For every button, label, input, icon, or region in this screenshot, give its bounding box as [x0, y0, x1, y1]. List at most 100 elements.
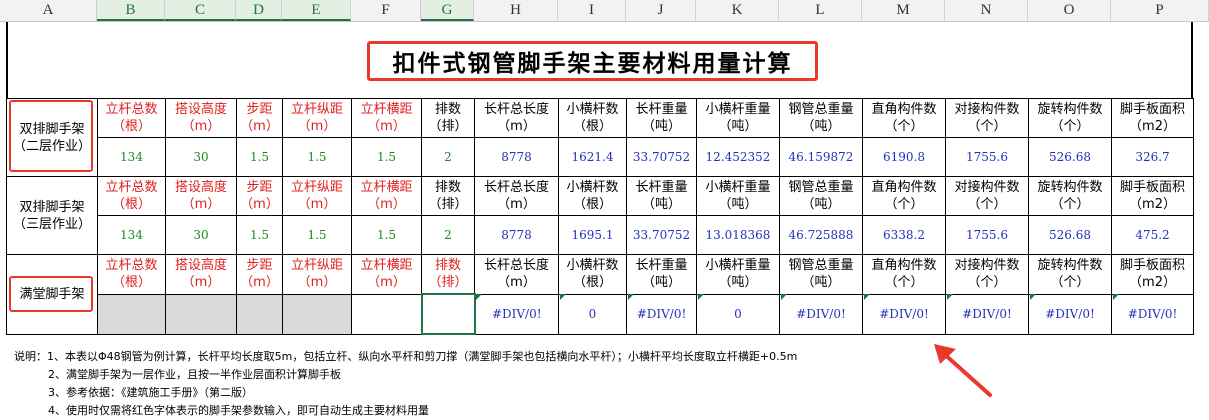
cell-value[interactable]: #DIV/0!	[474, 293, 559, 335]
header-step[interactable]: 步距（m）	[236, 176, 283, 216]
input-cell-rows-selected[interactable]	[420, 293, 476, 335]
input-cell-pole-count[interactable]	[97, 293, 166, 335]
column-header-e[interactable]: E	[282, 0, 351, 21]
column-header-i[interactable]: I	[558, 0, 626, 21]
header-long-spacing[interactable]: 立杆纵距（m）	[282, 98, 352, 138]
cell-value[interactable]: 0	[696, 293, 780, 335]
column-header-m[interactable]: M	[862, 0, 945, 21]
header-step[interactable]: 步距（m）	[236, 254, 283, 295]
section-label-full-hall[interactable]: 满堂脚手架	[6, 254, 98, 335]
header-small-bar-weight[interactable]: 小横杆重量（吨）	[696, 254, 780, 295]
cell-value[interactable]: 1.5	[236, 137, 283, 177]
cell-value[interactable]: 1.5	[236, 215, 283, 255]
header-pole-count[interactable]: 立杆总数（根）	[97, 176, 166, 216]
header-right-angle-count[interactable]: 直角构件数（个）	[862, 254, 946, 295]
header-right-angle-count[interactable]: 直角构件数（个）	[862, 98, 946, 138]
column-header-b[interactable]: B	[97, 0, 165, 21]
column-header-h[interactable]: H	[474, 0, 558, 21]
cell-value[interactable]: #DIV/0!	[626, 293, 697, 335]
cell-value[interactable]: 46.725888	[779, 215, 863, 255]
header-rows[interactable]: 排数（排）	[421, 176, 475, 216]
cell-value[interactable]: #DIV/0!	[1111, 293, 1194, 335]
cell-value[interactable]: 475.2	[1111, 215, 1194, 255]
header-long-spacing[interactable]: 立杆纵距（m）	[282, 254, 352, 295]
cell-value[interactable]: 6338.2	[862, 215, 946, 255]
header-board-area[interactable]: 脚手板面积（m2）	[1111, 176, 1194, 216]
cell-value[interactable]: 8778	[474, 215, 559, 255]
cell-value[interactable]: 326.7	[1111, 137, 1194, 177]
header-swivel-count[interactable]: 旋转构件数（个）	[1028, 254, 1112, 295]
header-small-bar-count[interactable]: 小横杆数（根）	[558, 98, 627, 138]
cell-value[interactable]: 1755.6	[945, 137, 1029, 177]
header-long-length[interactable]: 长杆总长度（m）	[474, 254, 559, 295]
header-pole-count[interactable]: 立杆总数（根）	[97, 98, 166, 138]
cell-value[interactable]: 0	[558, 293, 627, 335]
cell-value[interactable]: #DIV/0!	[945, 293, 1029, 335]
header-small-bar-count[interactable]: 小横杆数（根）	[558, 176, 627, 216]
header-long-spacing[interactable]: 立杆纵距（m）	[282, 176, 352, 216]
header-butt-count[interactable]: 对接构件数（个）	[945, 176, 1029, 216]
header-board-area[interactable]: 脚手板面积（m2）	[1111, 98, 1194, 138]
header-rows[interactable]: 排数（排）	[421, 254, 475, 295]
sheet-title[interactable]: 扣件式钢管脚手架主要材料用量计算	[367, 41, 818, 81]
header-small-bar-count[interactable]: 小横杆数（根）	[558, 254, 627, 295]
header-small-bar-weight[interactable]: 小横杆重量（吨）	[696, 98, 780, 138]
cell-value[interactable]: 2	[421, 215, 475, 255]
cell-value[interactable]: 46.159872	[779, 137, 863, 177]
column-header-f[interactable]: F	[351, 0, 421, 21]
cell-value[interactable]: 1755.6	[945, 215, 1029, 255]
cell-value[interactable]: 13.018368	[696, 215, 780, 255]
cell-value[interactable]: 526.68	[1028, 215, 1112, 255]
header-step[interactable]: 步距（m）	[236, 98, 283, 138]
cell-value[interactable]: 1.5	[282, 215, 352, 255]
column-header-g[interactable]: G	[421, 0, 474, 21]
cell-value[interactable]: 1621.4	[558, 137, 627, 177]
cell-value[interactable]: 33.70752	[626, 137, 697, 177]
cell-value[interactable]: 6190.8	[862, 137, 946, 177]
header-swivel-count[interactable]: 旋转构件数（个）	[1028, 98, 1112, 138]
cell-value[interactable]: 134	[97, 137, 166, 177]
header-long-weight[interactable]: 长杆重量（吨）	[626, 254, 697, 295]
cell-value[interactable]: 1695.1	[558, 215, 627, 255]
header-cross-spacing[interactable]: 立杆横距（m）	[351, 176, 422, 216]
column-header-d[interactable]: D	[236, 0, 282, 21]
cell-value[interactable]: 30	[165, 137, 237, 177]
column-header-j[interactable]: J	[626, 0, 696, 21]
header-height[interactable]: 搭设高度（m）	[165, 254, 237, 295]
header-swivel-count[interactable]: 旋转构件数（个）	[1028, 176, 1112, 216]
input-cell-cross-spacing[interactable]	[351, 293, 422, 335]
input-cell-height[interactable]	[165, 293, 237, 335]
column-header-a[interactable]: A	[0, 0, 97, 21]
cell-value[interactable]: 2	[421, 137, 475, 177]
cell-value[interactable]: #DIV/0!	[1028, 293, 1112, 335]
cell-value[interactable]: #DIV/0!	[779, 293, 863, 335]
column-header-k[interactable]: K	[696, 0, 779, 21]
input-cell-long-spacing[interactable]	[282, 293, 352, 335]
cell-value[interactable]: 33.70752	[626, 215, 697, 255]
header-long-weight[interactable]: 长杆重量（吨）	[626, 98, 697, 138]
header-long-length[interactable]: 长杆总长度（m）	[474, 98, 559, 138]
input-cell-step[interactable]	[236, 293, 283, 335]
header-cross-spacing[interactable]: 立杆横距（m）	[351, 254, 422, 295]
column-header-o[interactable]: O	[1028, 0, 1111, 21]
header-total-weight[interactable]: 钢管总重量（吨）	[779, 254, 863, 295]
column-header-n[interactable]: N	[945, 0, 1028, 21]
header-board-area[interactable]: 脚手板面积（m2）	[1111, 254, 1194, 295]
cell-value[interactable]: 30	[165, 215, 237, 255]
header-total-weight[interactable]: 钢管总重量（吨）	[779, 176, 863, 216]
column-header-c[interactable]: C	[165, 0, 236, 21]
header-right-angle-count[interactable]: 直角构件数（个）	[862, 176, 946, 216]
cell-value[interactable]: #DIV/0!	[862, 293, 946, 335]
cell-value[interactable]: 1.5	[351, 215, 422, 255]
column-header-p[interactable]: P	[1111, 0, 1209, 21]
section-label-double-two-layer[interactable]: 双排脚手架（二层作业）	[6, 98, 98, 177]
cell-value[interactable]: 134	[97, 215, 166, 255]
header-pole-count[interactable]: 立杆总数（根）	[97, 254, 166, 295]
header-height[interactable]: 搭设高度（m）	[165, 98, 237, 138]
header-long-length[interactable]: 长杆总长度（m）	[474, 176, 559, 216]
header-small-bar-weight[interactable]: 小横杆重量（吨）	[696, 176, 780, 216]
header-total-weight[interactable]: 钢管总重量（吨）	[779, 98, 863, 138]
header-cross-spacing[interactable]: 立杆横距（m）	[351, 98, 422, 138]
cell-value[interactable]: 1.5	[282, 137, 352, 177]
cell-value[interactable]: 12.452352	[696, 137, 780, 177]
